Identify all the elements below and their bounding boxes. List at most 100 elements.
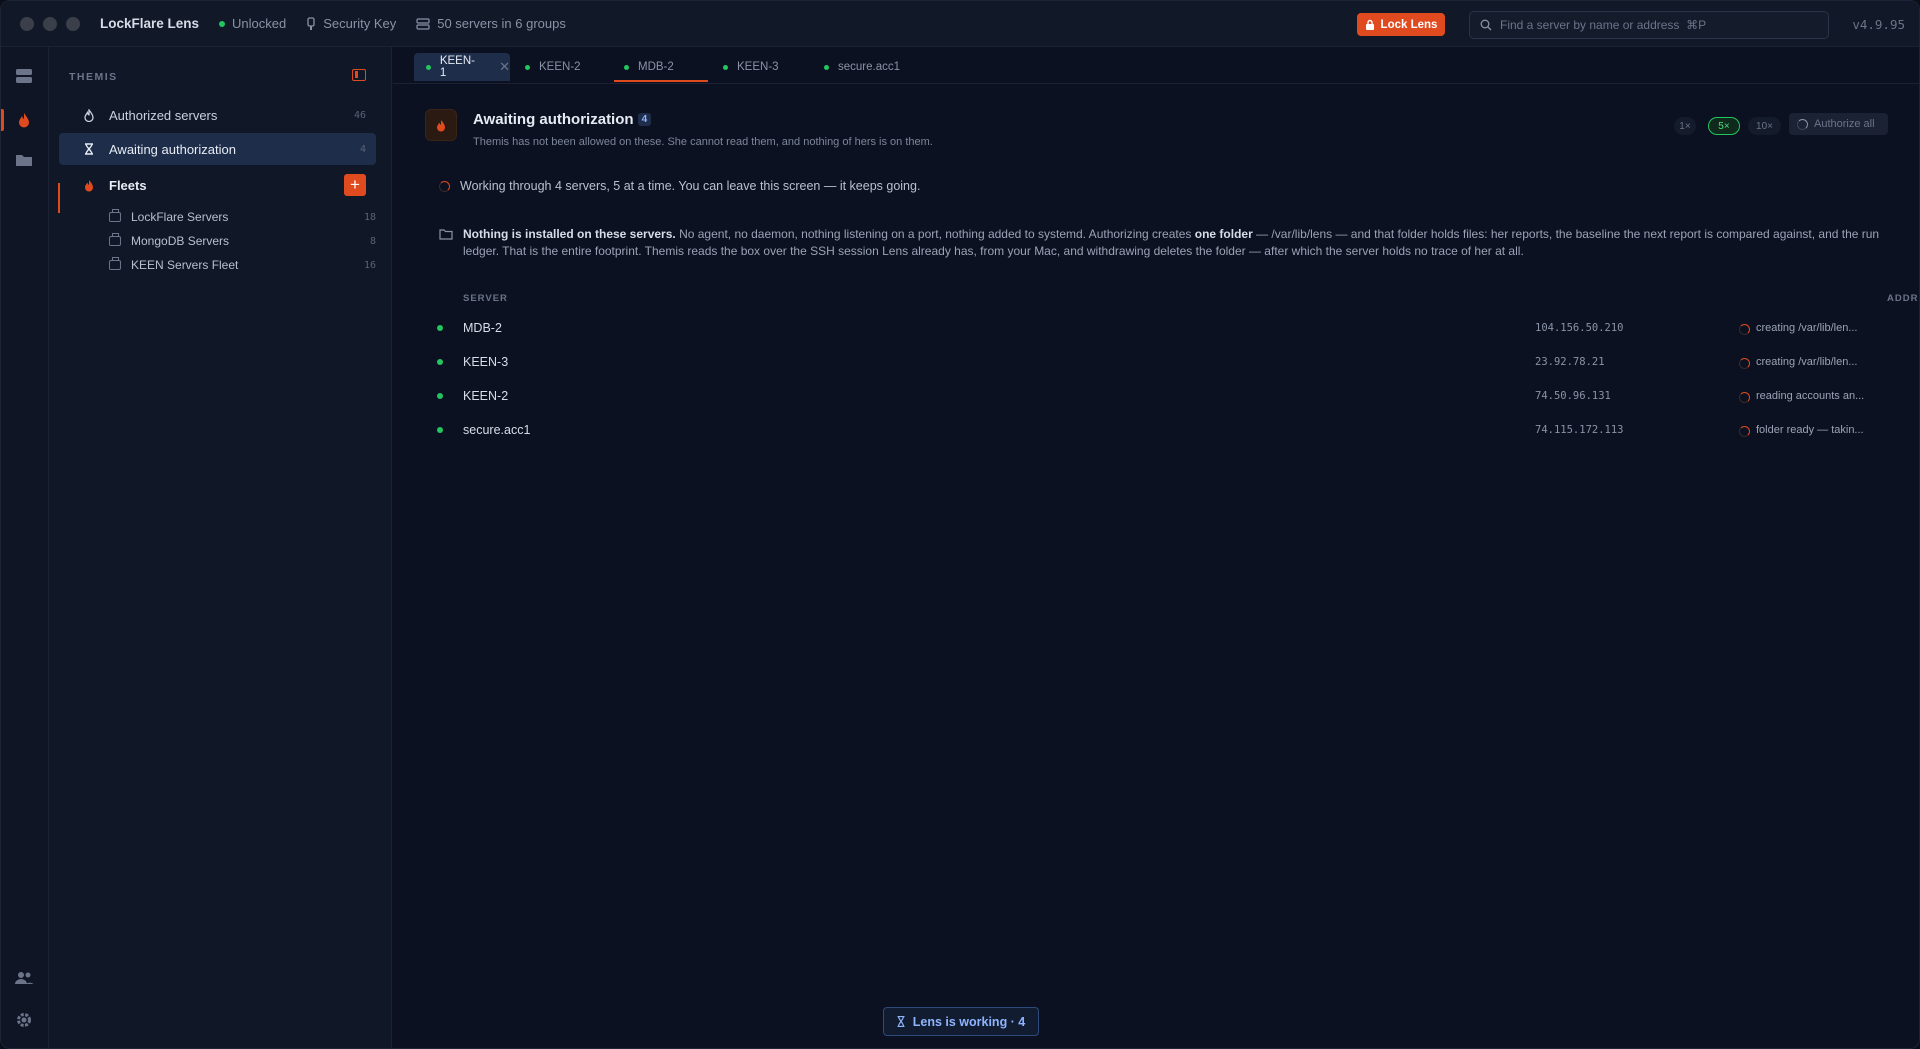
- servers-summary: 50 servers in 6 groups: [416, 16, 566, 31]
- count-badge: 4: [637, 113, 652, 126]
- sidebar-item-count: 46: [353, 109, 366, 121]
- server-status: creating /var/lib/len...: [1739, 356, 1858, 369]
- fleets-label: Fleets: [109, 177, 147, 193]
- team-icon[interactable]: [13, 967, 35, 989]
- search-input[interactable]: [1500, 18, 1800, 32]
- server-stack-icon: [416, 17, 430, 30]
- version-label: v4.9.95: [1852, 17, 1905, 32]
- spinner-icon: [1739, 357, 1750, 369]
- sidebar-toggle-icon[interactable]: [352, 69, 366, 81]
- folder-nav-icon[interactable]: [13, 149, 35, 171]
- working-status: Working through 4 servers, 5 at a time. …: [439, 179, 920, 193]
- lock-icon: [1365, 19, 1374, 30]
- concurrency-5x[interactable]: 5×: [1708, 117, 1740, 135]
- themis-flame-icon[interactable]: [13, 109, 35, 131]
- servers-nav-icon[interactable]: [13, 65, 35, 87]
- server-status-text: creating /var/lib/len...: [1756, 322, 1858, 334]
- tab-label: secure.acc1: [838, 61, 901, 73]
- concurrency-10x[interactable]: 10×: [1748, 117, 1781, 135]
- add-fleet-button[interactable]: +: [344, 174, 366, 196]
- sidebar-item-fleets[interactable]: Fleets +: [59, 169, 376, 201]
- fleet-item-keen-servers-fleet[interactable]: KEEN Servers Fleet 16: [109, 253, 376, 277]
- hourglass-icon: [81, 143, 97, 155]
- concurrency-1x[interactable]: 1×: [1674, 117, 1696, 135]
- tab-mdb-2[interactable]: MDB-2: [612, 53, 706, 81]
- online-dot-icon: [437, 427, 443, 433]
- briefcase-icon: [109, 233, 121, 246]
- rail-active-indicator: [1, 109, 4, 131]
- server-status-text: folder ready — takin...: [1756, 424, 1864, 436]
- sidebar-item-authorized-servers[interactable]: Authorized servers 46: [59, 99, 376, 131]
- lens-working-pill[interactable]: Lens is working · 4: [883, 1007, 1039, 1036]
- briefcase-icon: [109, 257, 121, 270]
- server-tabs: KEEN-1 ✕ KEEN-2 MDB-2 KEEN-3 secure.acc1: [393, 47, 1919, 84]
- tab-label: KEEN-2: [539, 61, 581, 73]
- lock-lens-button[interactable]: Lock Lens: [1357, 13, 1445, 36]
- notice-bold: one folder: [1194, 227, 1253, 241]
- servers-summary-label: 50 servers in 6 groups: [437, 16, 566, 31]
- tab-underline: [614, 80, 708, 82]
- fleets-flame-icon: [81, 179, 97, 192]
- close-tab-icon[interactable]: ✕: [499, 59, 510, 75]
- server-status: folder ready — takin...: [1739, 424, 1864, 437]
- fleet-item-count: 18: [363, 211, 376, 223]
- flame-icon: [81, 108, 97, 122]
- sidebar-item-count: 4: [359, 143, 366, 155]
- server-name: KEEN-3: [463, 355, 509, 369]
- page-title-text: Awaiting authorization: [473, 111, 634, 128]
- footprint-notice-text: Nothing is installed on these servers. N…: [463, 226, 1889, 260]
- app-title: LockFlare Lens: [100, 16, 200, 31]
- server-address: 74.50.96.131: [1535, 390, 1611, 402]
- online-dot-icon: [437, 359, 443, 365]
- page-subtitle: Themis has not been allowed on these. Sh…: [473, 136, 933, 148]
- fleet-item-lockflare-servers[interactable]: LockFlare Servers 18: [109, 205, 376, 229]
- tab-keen-2[interactable]: KEEN-2: [513, 53, 603, 81]
- table-row[interactable]: KEEN-2 74.50.96.131 reading accounts an.…: [433, 383, 1903, 409]
- server-search: [1469, 11, 1829, 39]
- spinner-icon: [439, 180, 450, 192]
- sidebar-item-label: Awaiting authorization: [109, 141, 236, 157]
- table-row[interactable]: MDB-2 104.156.50.210 creating /var/lib/l…: [433, 315, 1903, 341]
- notice-part1: No agent, no daemon, nothing listening o…: [675, 227, 1195, 241]
- server-address: 104.156.50.210: [1535, 322, 1624, 334]
- close-window-button[interactable]: [20, 16, 34, 31]
- zoom-window-button[interactable]: [66, 16, 80, 31]
- table-row[interactable]: KEEN-3 23.92.78.21 creating /var/lib/len…: [433, 349, 1903, 375]
- tab-keen-3[interactable]: KEEN-3: [711, 53, 803, 81]
- fleet-item-label: KEEN Servers Fleet: [131, 258, 239, 272]
- authorize-all-button[interactable]: Authorize all: [1789, 113, 1888, 135]
- folder-info-icon: [439, 229, 453, 240]
- server-address: 74.115.172.113: [1535, 424, 1624, 436]
- spinner-icon: [1739, 323, 1750, 335]
- lens-working-label: Lens is working · 4: [912, 1014, 1026, 1029]
- security-key-icon: [307, 16, 315, 30]
- server-name: secure.acc1: [463, 423, 531, 437]
- server-name: MDB-2: [463, 321, 502, 335]
- lock-status: Unlocked: [219, 16, 286, 31]
- sidebar-heading: THEMIS: [69, 71, 118, 83]
- hourglass-icon: [897, 1016, 905, 1027]
- settings-gear-icon[interactable]: [13, 1009, 35, 1031]
- titlebar: LockFlare Lens Unlocked Security Key 50 …: [1, 1, 1919, 47]
- auth-method-label: Security Key: [323, 16, 397, 31]
- fleet-item-label: MongoDB Servers: [131, 234, 230, 248]
- tab-keen-1[interactable]: KEEN-1 ✕: [414, 53, 510, 81]
- status-dot-icon: [219, 20, 226, 27]
- server-status: reading accounts an...: [1739, 390, 1864, 403]
- column-header-address: ADDRESS: [1887, 293, 1919, 304]
- table-row[interactable]: secure.acc1 74.115.172.113 folder ready …: [433, 417, 1903, 443]
- sidebar: THEMIS Authorized servers 46 Awaiting au…: [49, 47, 392, 1048]
- server-status: creating /var/lib/len...: [1739, 322, 1858, 335]
- sidebar-item-awaiting-authorization[interactable]: Awaiting authorization 4: [59, 133, 376, 165]
- server-status-text: creating /var/lib/len...: [1756, 356, 1858, 368]
- auth-method: Security Key: [306, 16, 396, 31]
- page-title: Awaiting authorization 4: [473, 111, 652, 128]
- lock-lens-label: Lock Lens: [1380, 18, 1438, 31]
- fleet-item-mongodb-servers[interactable]: MongoDB Servers 8: [109, 229, 376, 253]
- spinner-icon: [1739, 391, 1750, 403]
- notice-lead: Nothing is installed on these servers.: [463, 227, 676, 241]
- fleet-item-count: 16: [363, 259, 376, 271]
- minimize-window-button[interactable]: [43, 16, 57, 31]
- online-dot-icon: [723, 64, 728, 70]
- tab-secure-acc1[interactable]: secure.acc1: [812, 53, 912, 81]
